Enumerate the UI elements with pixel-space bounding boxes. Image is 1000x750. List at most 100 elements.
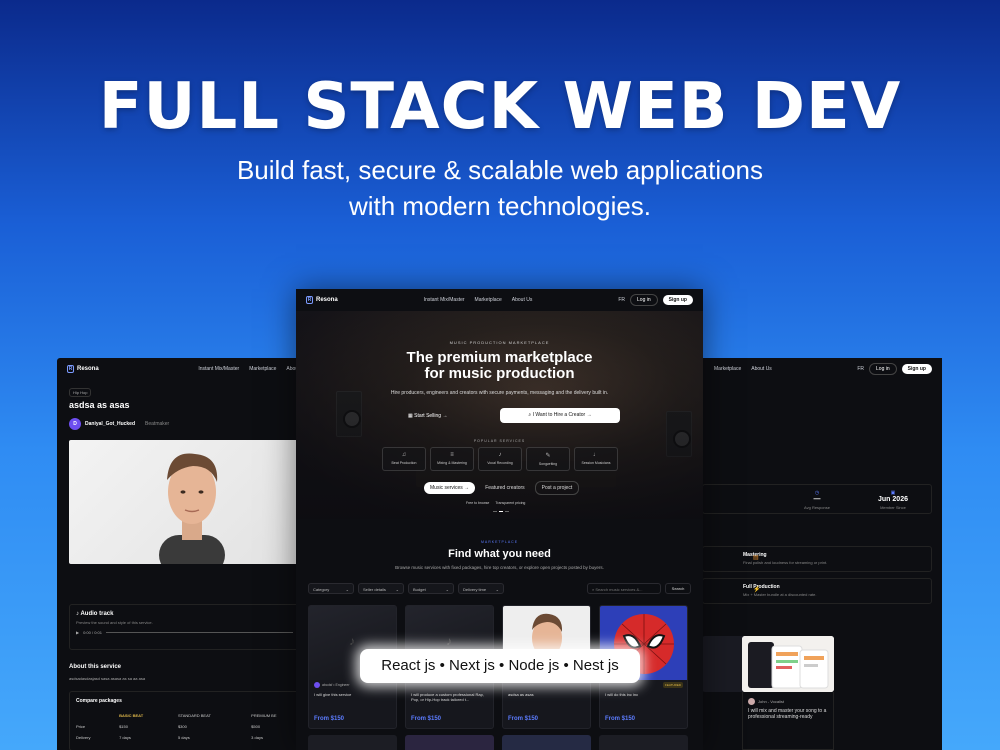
genre-tag: Hip Hop xyxy=(69,388,92,397)
login-button[interactable]: Log in xyxy=(869,363,897,375)
nav-about[interactable]: About Us xyxy=(512,297,533,303)
nav-instant-mix[interactable]: Instant Mix/Master xyxy=(424,297,465,303)
chevron-down-icon: ⌄ xyxy=(345,587,349,592)
nav-marketplace[interactable]: Marketplace xyxy=(714,366,741,372)
nav-marketplace[interactable]: Marketplace xyxy=(475,297,502,303)
sliders-icon: ≡ xyxy=(450,452,454,458)
guitar-icon: ♩ xyxy=(593,452,599,458)
service-title: Full Production xyxy=(743,584,780,590)
brand-name: Resona xyxy=(77,366,99,372)
chevron-down-icon: ⌄ xyxy=(395,587,399,592)
start-selling-button[interactable]: ▦ Start Selling → xyxy=(404,409,451,423)
category-mixing[interactable]: ≡ Mixing & Mastering xyxy=(430,447,474,471)
popular-label: POPULAR SERVICES xyxy=(473,439,526,443)
filter-seller[interactable]: Seller details ⌄ xyxy=(358,583,404,594)
category-beat-production[interactable]: ♫ Beat Production xyxy=(382,447,426,471)
filter-budget[interactable]: Budget ⌄ xyxy=(408,583,454,594)
packages-table: Compare packages BASIC BEAT STANDARD BEA… xyxy=(69,691,307,750)
language-toggle[interactable]: FR xyxy=(618,297,625,303)
filter-delivery[interactable]: Delivery time ⌄ xyxy=(458,583,504,594)
category-songwriting[interactable]: ✎ Songwriting xyxy=(526,447,570,471)
seller-name: abcdsf • Engineer xyxy=(322,683,350,687)
service-title: I will mix and master your song to a pro… xyxy=(748,708,827,720)
brand-logo[interactable]: R Resona xyxy=(306,296,338,304)
service-card-full-production[interactable]: ⚡ Full Production Mix + Master bundle at… xyxy=(702,578,932,604)
table-cell: $150 xyxy=(119,724,128,729)
service-title: Mastering xyxy=(743,552,767,558)
category-session[interactable]: ♩ Session Musicians xyxy=(574,447,618,471)
service-desc: Mix + Master bundle at a discounted rate… xyxy=(743,592,817,597)
brand-mark-icon: R xyxy=(67,365,74,373)
language-toggle[interactable]: FR xyxy=(857,366,864,372)
service-photo xyxy=(69,440,307,564)
brand-mark-icon: R xyxy=(306,296,313,304)
table-cell: 5 days xyxy=(177,735,190,740)
service-card[interactable] xyxy=(599,735,688,750)
music-note-icon: ♫ xyxy=(401,452,407,458)
hero-subtitle-line-1: Build fast, secure & scalable web applic… xyxy=(236,155,764,185)
seller-info[interactable]: D Daniyal_Got_Hucked Beatmaker xyxy=(69,418,169,430)
seller-name: John - Vocalist xyxy=(758,699,785,704)
stat-item xyxy=(703,485,779,513)
nav-instant-mix[interactable]: Instant Mix/Master xyxy=(198,366,239,372)
hero-kicker: MUSIC PRODUCTION MARKETPLACE xyxy=(449,340,550,345)
seller-name: Daniyal_Got_Hucked xyxy=(85,421,136,427)
brand-logo[interactable]: R Resona xyxy=(67,365,99,373)
search-input[interactable]: ⌕ Search music services &... xyxy=(587,583,661,594)
about-title: About this service xyxy=(69,664,122,670)
service-desc: Final polish and loudness for streaming … xyxy=(743,560,828,565)
audio-player[interactable]: ▶ 0:00 / 0:01 ◀ xyxy=(76,630,300,635)
filter-category[interactable]: Category ⌄ xyxy=(308,583,354,594)
app-mockup-image xyxy=(742,636,834,692)
stat-item: ◷ — Avg Response xyxy=(779,485,855,513)
tab-post-project[interactable]: Post a project xyxy=(534,481,580,495)
search-button[interactable]: Search xyxy=(665,583,691,594)
audio-progress-bar[interactable] xyxy=(105,632,293,633)
play-icon[interactable]: ▶ xyxy=(76,630,79,635)
category-vocal[interactable]: ♪ Vocal Recording xyxy=(478,447,522,471)
table-header xyxy=(70,710,113,721)
lightning-icon: ⚡ xyxy=(753,587,761,593)
service-card[interactable] xyxy=(405,735,494,750)
arrow-right-icon: → xyxy=(442,412,448,419)
search-icon: ⌕ xyxy=(592,587,595,592)
signup-button[interactable]: Sign up xyxy=(901,364,932,374)
hero-title: FULL STACK WEB DEV xyxy=(98,70,902,144)
table-cell: $300 xyxy=(177,724,187,729)
service-card-mastering[interactable]: ▤ Mastering Final polish and loudness fo… xyxy=(702,546,932,572)
microphone-icon: ♪ xyxy=(498,452,502,458)
nav-marketplace[interactable]: Marketplace xyxy=(249,366,276,372)
service-title: I will produce a custom professional Rap… xyxy=(411,692,484,702)
tab-featured-creators[interactable]: Featured creators xyxy=(479,482,530,494)
service-card[interactable] xyxy=(502,735,591,750)
service-title: asdsa as asas xyxy=(69,400,130,410)
chevron-down-icon: ⌄ xyxy=(495,587,499,592)
portfolio-thumb[interactable] xyxy=(742,636,834,692)
note-pricing: Transparent pricing xyxy=(495,501,526,505)
hire-creator-button[interactable]: ⌕ I Want to Hire a Creator → xyxy=(500,408,620,423)
seller-stats: ◷ — Avg Response ▣ Jun 2026 Member Since xyxy=(702,484,932,514)
tab-music-services[interactable]: Music services → xyxy=(424,482,476,494)
service-card[interactable] xyxy=(308,735,397,750)
top-nav: R Resona Instant Mix/Master Marketplace … xyxy=(296,289,703,311)
carousel-dots[interactable] xyxy=(493,511,509,512)
seller-role: Beatmaker xyxy=(145,421,170,427)
service-card[interactable]: John - Vocalist I will mix and master yo… xyxy=(742,692,834,750)
table-header: STANDARD BEAT xyxy=(177,713,211,718)
nav-about[interactable]: About Us xyxy=(751,366,772,372)
table-cell: 7 days xyxy=(119,735,131,740)
audio-time: 0:00 / 0:01 xyxy=(83,630,102,635)
search-icon: ⌕ xyxy=(528,412,532,418)
chevron-down-icon: ⌄ xyxy=(445,587,449,592)
service-title: I will do this inc inc xyxy=(605,692,639,697)
brand-name: Resona xyxy=(316,297,338,303)
table-cell: Price xyxy=(76,724,86,729)
packages-title: Compare packages xyxy=(76,698,122,704)
arrow-right-icon: → xyxy=(586,412,592,418)
store-icon: ▦ xyxy=(408,412,413,419)
hero-description: Hire producers, engineers and creators w… xyxy=(390,390,609,396)
login-button[interactable]: Log in xyxy=(630,294,658,306)
signup-button[interactable]: Sign up xyxy=(662,295,693,305)
category-list: ♫ Beat Production ≡ Mixing & Mastering ♪ Vo… xyxy=(382,447,618,471)
pen-icon: ✎ xyxy=(545,453,551,459)
